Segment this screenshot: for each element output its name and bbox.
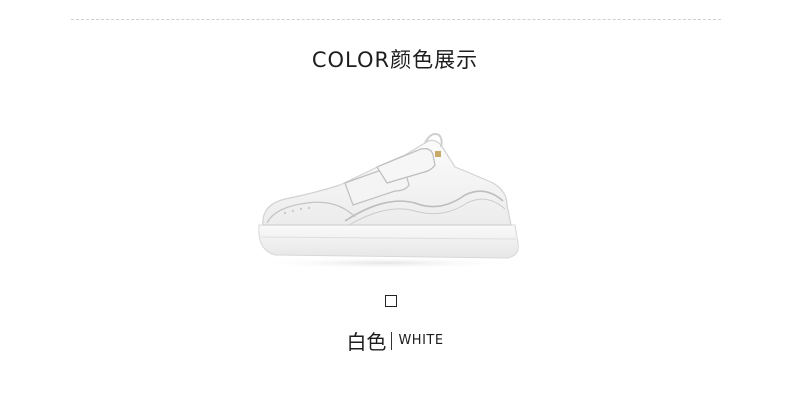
color-label: 白色 WHITE	[0, 326, 790, 355]
color-name-cn: 白色	[346, 330, 387, 354]
section-title-cn: 颜色展示	[390, 48, 479, 72]
top-dashed-divider	[71, 19, 721, 20]
color-name-en: WHITE	[398, 333, 444, 348]
color-swatch[interactable]	[385, 295, 397, 307]
sneaker-illustration	[250, 133, 520, 269]
section-title-en: COLOR	[311, 48, 391, 72]
section-title: COLOR颜色展示	[0, 44, 790, 74]
product-image	[245, 125, 545, 275]
label-separator	[391, 331, 393, 350]
